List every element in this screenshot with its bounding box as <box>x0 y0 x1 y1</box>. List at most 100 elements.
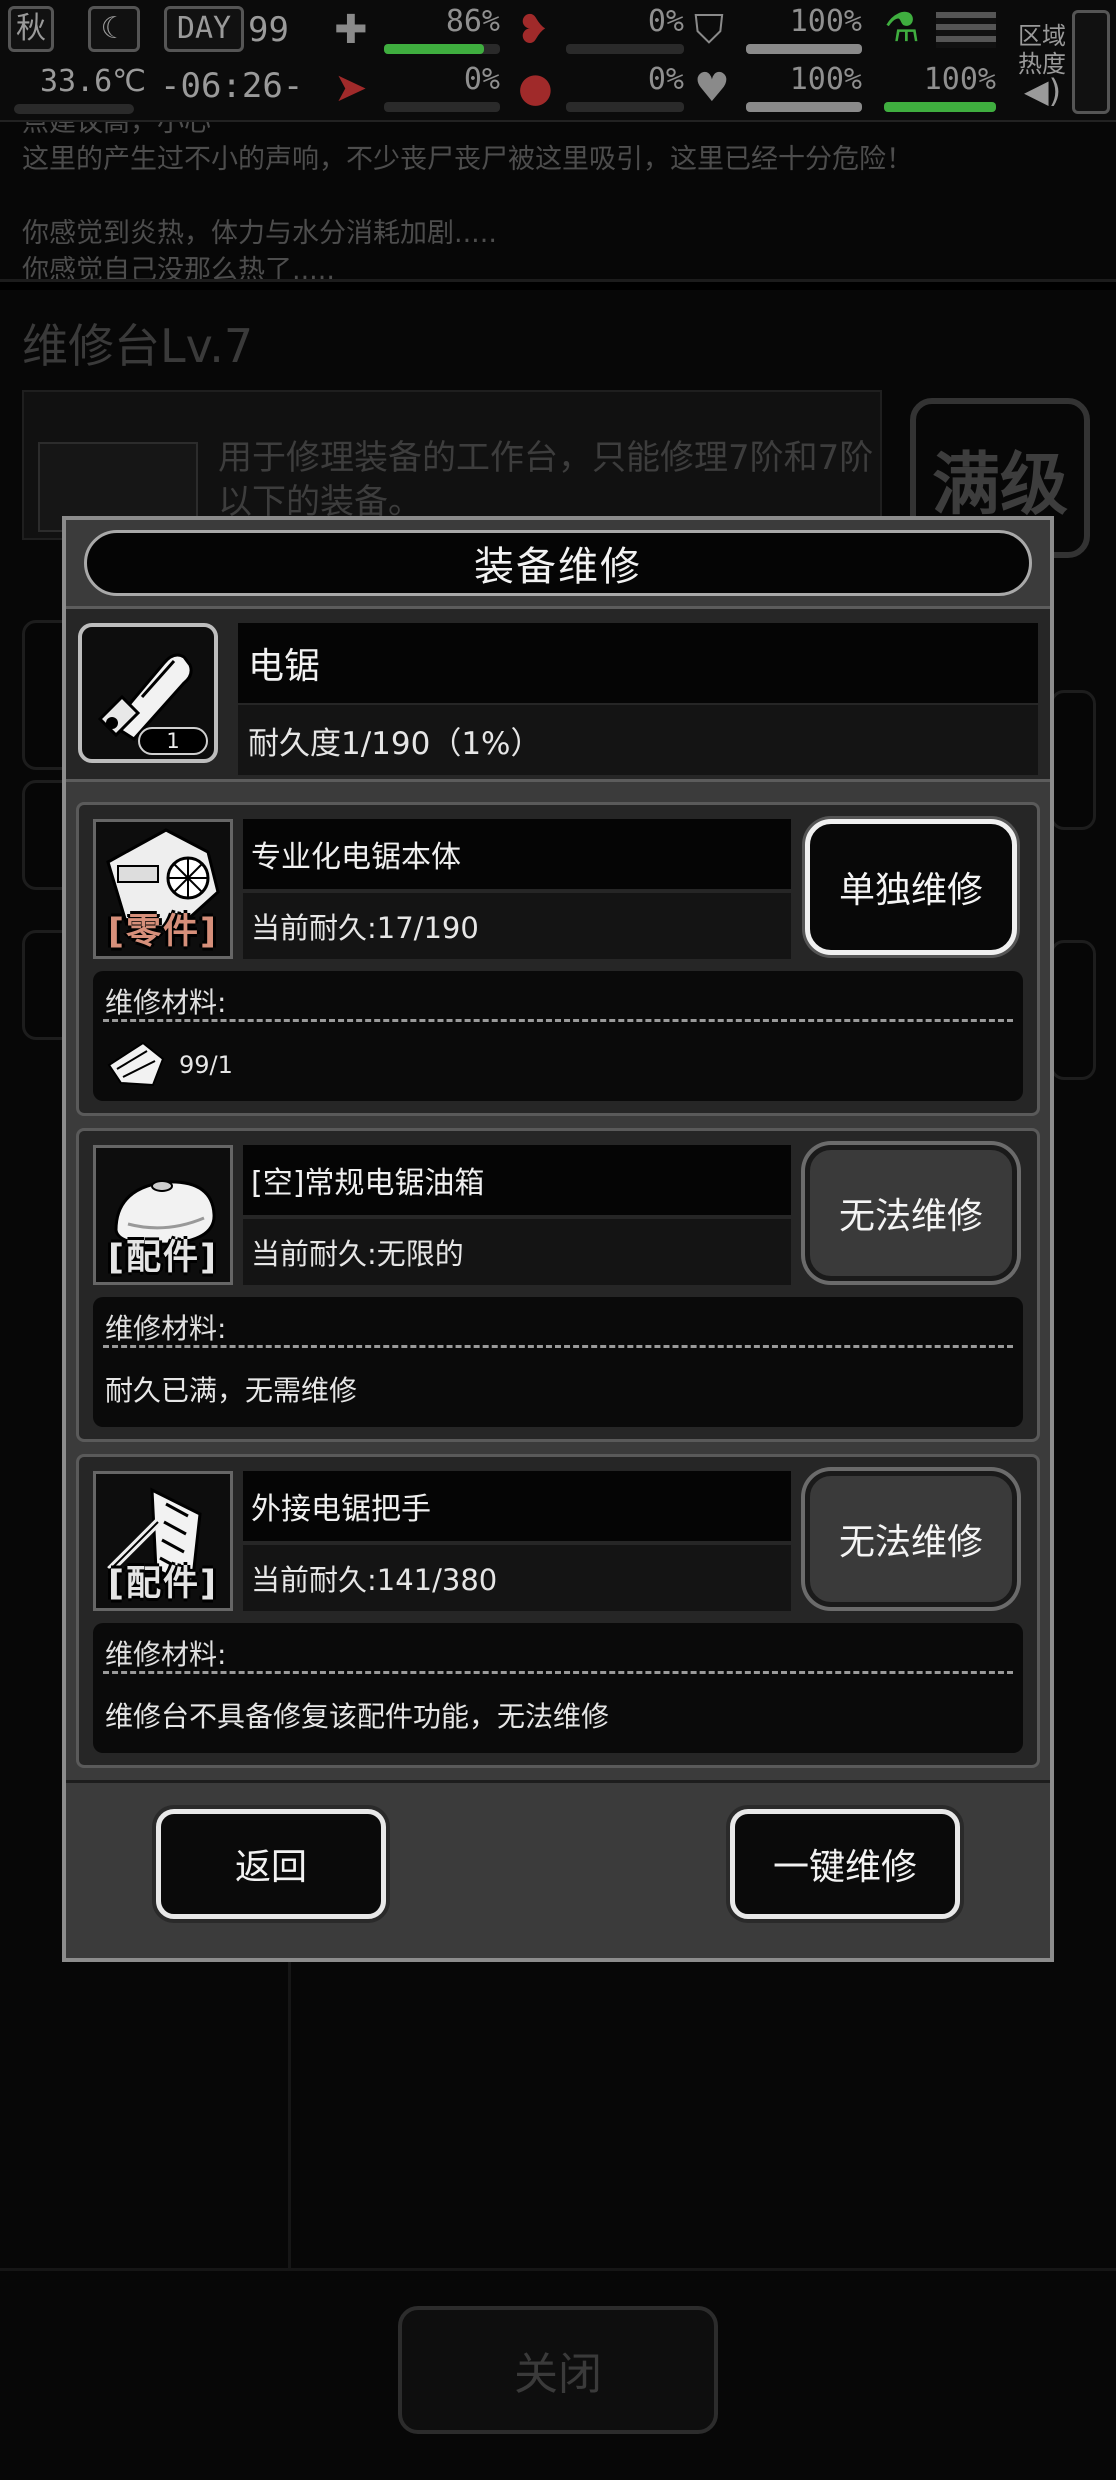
back-button[interactable]: 返回 <box>156 1809 386 1919</box>
materials-label: 维修材料: <box>105 1312 227 1345</box>
log-line: 这里的产生过不小的声响，不少丧尸丧尸被这里吸引，这里已经十分危险！ <box>22 144 913 175</box>
part-durability: 当前耐久:17/190 <box>251 911 479 945</box>
heart-bar <box>746 102 862 112</box>
repair-single-button[interactable]: 单独维修 <box>805 819 1017 955</box>
energy-percent: 100% <box>923 62 996 97</box>
part-name: [空]常规电锯油箱 <box>251 1166 485 1201</box>
water-drop-icon: ● <box>518 65 553 111</box>
armor-percent: 100% <box>789 4 862 39</box>
part-tag-text: 零件 <box>125 912 200 952</box>
status-bar: 秋 ☾ 33.6℃ DAY 99 -06:26- ✚ 86% ❥ 0% ⛉ 10… <box>0 0 1116 122</box>
moon-icon: ☾ <box>88 6 140 52</box>
equipment-durability-row: 耐久度1/190（1%） <box>238 705 1038 775</box>
part-type-tag: [零件] <box>107 912 218 952</box>
materials-box: 维修材料: 99/1 <box>93 971 1023 1101</box>
part-tag-text: 配件 <box>125 1238 200 1278</box>
stamina-percent: 0% <box>463 62 500 97</box>
part-name-row: 外接电锯把手 <box>243 1471 791 1541</box>
health-bar <box>384 44 500 54</box>
health-percent: 86% <box>445 4 500 39</box>
part-name-row: [空]常规电锯油箱 <box>243 1145 791 1215</box>
part-type-tag: [配件] <box>107 1564 218 1604</box>
equipment-durability: 耐久度1/190（1%） <box>248 725 542 762</box>
stomach-icon: ❥ <box>516 7 550 53</box>
heart-icon: ♥ <box>694 65 730 111</box>
part-card: [零件] 专业化电锯本体 当前耐久:17/190 单独维修 维修材料: 99/1 <box>76 802 1040 1116</box>
temperature-label: 33.6℃ <box>40 64 146 99</box>
parts-list[interactable]: [零件] 专业化电锯本体 当前耐久:17/190 单独维修 维修材料: 99/1 <box>76 788 1040 1768</box>
materials-box: 维修材料: 耐久已满，无需维修 <box>93 1297 1023 1427</box>
day-number: 99 <box>248 10 289 50</box>
log-line: 点建议高，小心 <box>22 122 211 138</box>
speaker-icon[interactable]: ◀) <box>1024 72 1061 110</box>
day-box: DAY <box>164 6 244 52</box>
event-log: 点建议高，小心 这里的产生过不小的声响，不少丧尸丧尸被这里吸引，这里已经十分危险… <box>0 122 1116 282</box>
boot-icon: ➤ <box>334 65 368 111</box>
part-durability-row: 当前耐久:无限的 <box>243 1219 791 1285</box>
temperature-bar <box>14 104 134 114</box>
season-box: 秋 <box>8 6 54 52</box>
materials-divider <box>103 1671 1013 1674</box>
medkit-icon: ✚ <box>334 7 368 53</box>
part-icon-frame[interactable]: [配件] <box>93 1471 233 1611</box>
materials-divider <box>103 1345 1013 1348</box>
water-bar <box>566 102 684 112</box>
modal-title: 装备维修 <box>474 544 642 590</box>
log-line: 你感觉自己没那么热了..... <box>22 255 335 282</box>
water-percent: 0% <box>647 62 684 97</box>
part-card: [配件] [空]常规电锯油箱 当前耐久:无限的 无法维修 维修材料: 耐久已满，… <box>76 1128 1040 1442</box>
armor-icon: ⛉ <box>694 7 724 53</box>
part-durability-row: 当前耐久:141/380 <box>243 1545 791 1611</box>
equipment-name: 电锯 <box>248 646 321 687</box>
equipment-icon-frame[interactable]: 1 <box>78 623 218 763</box>
equipment-header: 1 电锯 耐久度1/190（1%） <box>66 606 1050 782</box>
clock-label: -06:26- <box>160 66 304 106</box>
materials-box: 维修材料: 维修台不具备修复该配件功能，无法维修 <box>93 1623 1023 1753</box>
repair-all-button[interactable]: 一键维修 <box>730 1809 960 1919</box>
item-count-badge: 1 <box>138 727 208 755</box>
repair-unavailable-button[interactable]: 无法维修 <box>805 1471 1017 1607</box>
part-durability: 当前耐久:无限的 <box>251 1237 464 1271</box>
zone-heat-gauge <box>1072 10 1110 114</box>
part-type-tag: [配件] <box>107 1238 218 1278</box>
modal-title-bar: 装备维修 <box>84 530 1032 596</box>
flask-icon: ⚗ <box>884 5 920 51</box>
modal-footer: 返回 一键维修 <box>66 1780 1050 1958</box>
hunger-bar <box>566 44 684 54</box>
log-line: 你感觉到炎热，体力与水分消耗加剧..... <box>22 218 497 249</box>
part-tag-text: 配件 <box>125 1564 200 1604</box>
repair-unavailable-button[interactable]: 无法维修 <box>805 1145 1017 1281</box>
background-slot <box>1050 940 1096 1080</box>
energy-bar <box>884 102 996 112</box>
material-count: 99/1 <box>179 1051 233 1079</box>
materials-note: 耐久已满，无需维修 <box>105 1374 358 1407</box>
workbench-description: 用于修理装备的工作台，只能修理7阶和7阶以下的装备。 <box>218 438 874 522</box>
background-divider <box>0 2268 1116 2271</box>
season-label: 秋 <box>16 11 46 46</box>
day-label: DAY <box>176 11 232 46</box>
part-card: [配件] 外接电锯把手 当前耐久:141/380 无法维修 维修材料: 维修台不… <box>76 1454 1040 1768</box>
part-durability: 当前耐久:141/380 <box>251 1563 498 1597</box>
materials-label: 维修材料: <box>105 986 227 1019</box>
repair-modal: 装备维修 1 电锯 耐久度1/190（1%） [零件] 专业化电锯本体 当前耐久… <box>62 516 1054 1962</box>
close-button[interactable]: 关闭 <box>398 2306 718 2434</box>
heart-percent: 100% <box>789 62 862 97</box>
stamina-bar <box>384 102 500 112</box>
cloth-material-icon <box>107 1041 165 1087</box>
workbench-title: 维修台Lv.7 <box>22 319 254 373</box>
part-name: 专业化电锯本体 <box>251 840 461 875</box>
equipment-name-row: 电锯 <box>238 623 1038 703</box>
background-slot <box>1050 690 1096 830</box>
materials-divider <box>103 1019 1013 1022</box>
part-icon-frame[interactable]: [配件] <box>93 1145 233 1285</box>
materials-label: 维修材料: <box>105 1638 227 1671</box>
weather-bars-icon <box>936 12 996 48</box>
part-name: 外接电锯把手 <box>251 1492 431 1527</box>
part-icon-frame[interactable]: [零件] <box>93 819 233 959</box>
armor-bar <box>746 44 862 54</box>
hunger-percent: 0% <box>647 4 684 39</box>
part-name-row: 专业化电锯本体 <box>243 819 791 889</box>
log-line <box>22 178 1094 215</box>
materials-note: 维修台不具备修复该配件功能，无法维修 <box>105 1700 610 1733</box>
part-durability-row: 当前耐久:17/190 <box>243 893 791 959</box>
